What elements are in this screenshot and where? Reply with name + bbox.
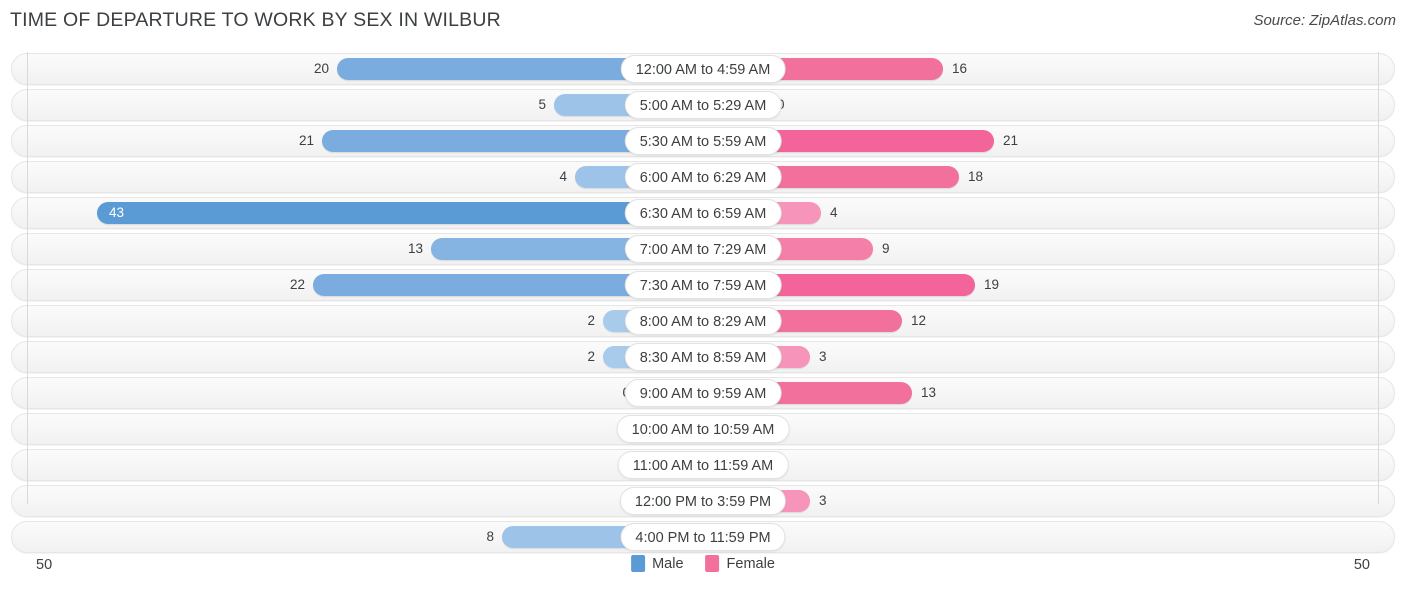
category-label: 7:00 AM to 7:29 AM [624,235,782,263]
bar-value-male: 13 [407,241,423,256]
bar-value-male: 2 [587,349,595,364]
legend-swatch-male-icon [631,555,646,572]
category-label: 4:00 PM to 11:59 PM [620,523,786,551]
bar-value-female: 21 [1003,133,1019,148]
bar-value-male: 5 [538,97,546,112]
bar-value-male: 4 [559,169,567,184]
legend-item-male[interactable]: Male [631,555,684,572]
category-label: 12:00 AM to 4:59 AM [620,55,786,83]
plot-area: 201612:00 AM to 4:59 AM505:00 AM to 5:29… [0,52,1406,555]
bar-row: 2 12 8:00 AM to 8:29 AM [0,304,1406,340]
category-label: 6:30 AM to 6:59 AM [624,199,782,227]
bar-value-female: 3 [819,349,827,364]
bar-value-female: 18 [968,169,984,184]
category-label: 8:00 AM to 8:29 AM [624,307,782,335]
category-label: 8:30 AM to 8:59 AM [624,343,782,371]
bar-value-female: 0 [777,94,827,116]
bar-value-female: 19 [984,277,1000,292]
category-label: 5:00 AM to 5:29 AM [624,91,782,119]
category-label: 6:00 AM to 6:29 AM [624,163,782,191]
category-label: 10:00 AM to 10:59 AM [616,415,790,443]
category-label: 7:30 AM to 7:59 AM [624,271,782,299]
bar-value-male: 0 [584,382,630,404]
bar-value-female: 3 [819,493,827,508]
bar-row: 20 16 12:00 AM to 4:59 AM [0,52,1406,88]
source-attribution: Source: ZipAtlas.com [1253,12,1396,29]
bar-row: 2 3 8:30 AM to 8:59 AM [0,340,1406,376]
bar-row: 0312:00 PM to 3:59 PM [0,484,1406,520]
legend-item-female[interactable]: Female [705,555,775,572]
chart-container: TIME OF DEPARTURE TO WORK BY SEX IN WILB… [0,0,1406,595]
bar-row: 0010:00 AM to 10:59 AM [0,412,1406,448]
bar-row: 804:00 PM to 11:59 PM [0,520,1406,556]
bar-row: 5 05:00 AM to 5:29 AM [0,88,1406,124]
axis-max-left: 50 [36,557,53,573]
bar-value-female: 9 [882,241,890,256]
bar-value-male: 43 [109,205,125,220]
bar-male[interactable] [97,202,703,224]
legend-label-male: Male [652,555,684,572]
axis-max-right: 50 [1353,557,1370,573]
bar-value-male: 22 [289,277,305,292]
bar-row: 13 9 7:00 AM to 7:29 AM [0,232,1406,268]
bar-value-male: 20 [313,61,329,76]
bar-value-male: 2 [587,313,595,328]
bar-row: 43 4 6:30 AM to 6:59 AM [0,196,1406,232]
page-title: TIME OF DEPARTURE TO WORK BY SEX IN WILB… [10,9,501,31]
bar-value-male: 21 [298,133,314,148]
bar-row: 0 13 9:00 AM to 9:59 AM [0,376,1406,412]
bar-row: 21 21 5:30 AM to 5:59 AM [0,124,1406,160]
bar-value-female: 12 [911,313,927,328]
bar-value-female: 13 [921,385,937,400]
bar-row: 4 18 6:00 AM to 6:29 AM [0,160,1406,196]
bar-value-female: 16 [952,61,968,76]
category-label: 11:00 AM to 11:59 AM [617,451,789,479]
axis-line-left [27,52,28,504]
category-label: 9:00 AM to 9:59 AM [624,379,782,407]
bar-row: 0011:00 AM to 11:59 AM [0,448,1406,484]
legend: Male Female [631,555,775,572]
axis-line-right [1378,52,1379,504]
bar-row: 22 19 7:30 AM to 7:59 AM [0,268,1406,304]
legend-label-female: Female [726,555,775,572]
bar-value-male: 8 [486,529,494,544]
category-label: 5:30 AM to 5:59 AM [624,127,782,155]
category-label: 12:00 PM to 3:59 PM [619,487,787,515]
legend-swatch-female-icon [705,555,720,572]
bar-value-female: 4 [830,205,838,220]
bar-rows: 201612:00 AM to 4:59 AM505:00 AM to 5:29… [0,52,1406,556]
chart-footer: 50 50 Male Female [0,555,1406,579]
